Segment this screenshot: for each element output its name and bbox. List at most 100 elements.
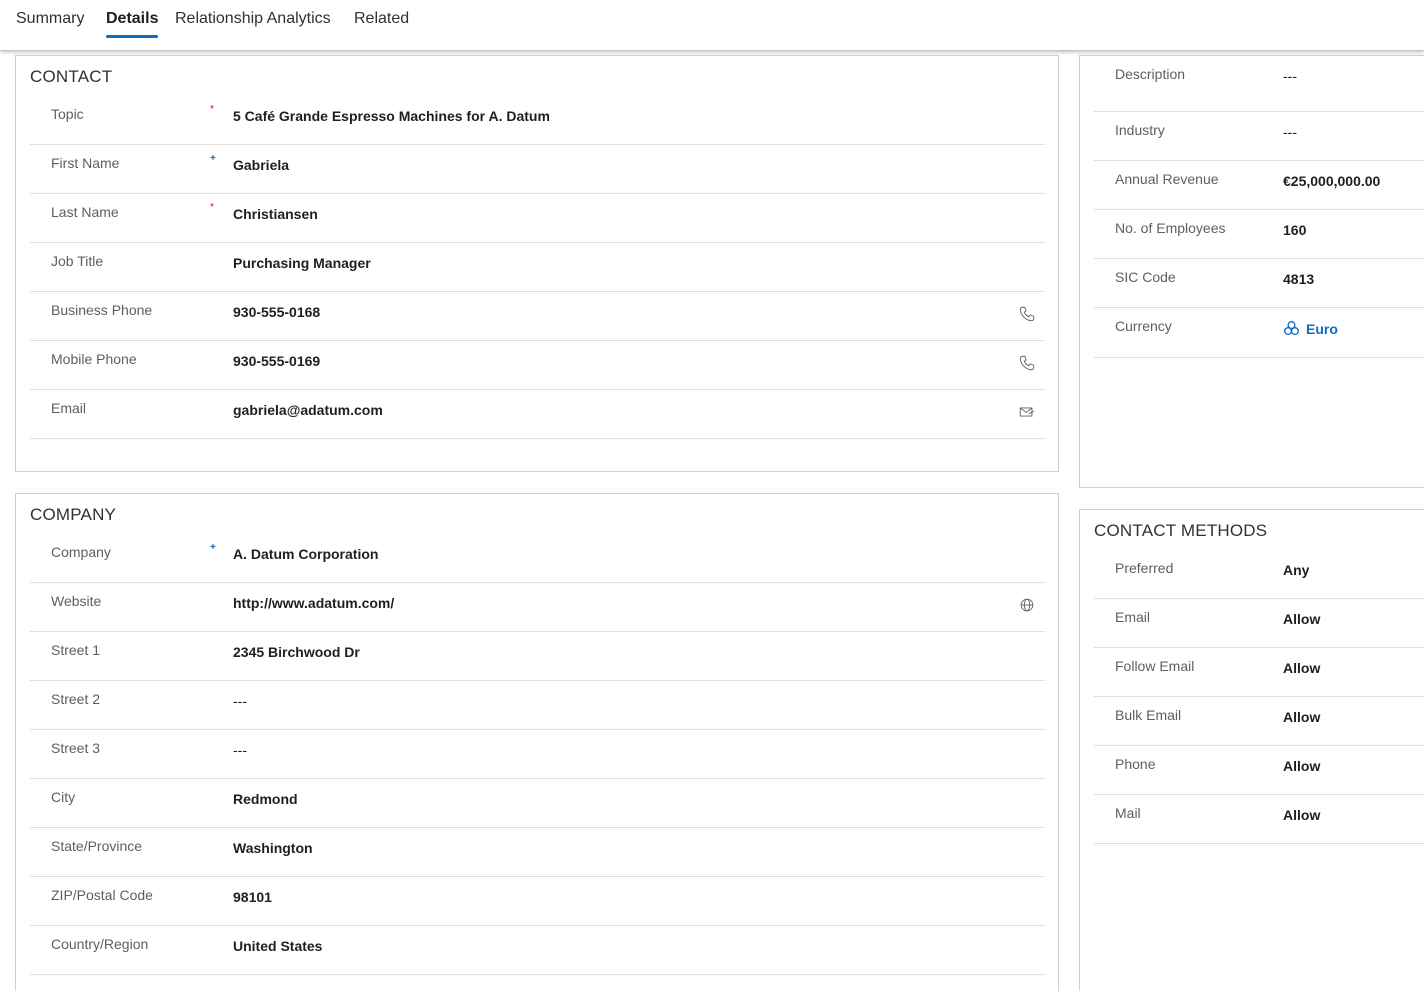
field-label: Bulk Email <box>1115 707 1182 723</box>
field-row-website[interactable]: Website http://www.adatum.com/ <box>30 583 1045 632</box>
phone-icon[interactable] <box>1018 305 1036 323</box>
tab-relationship-analytics[interactable]: Relationship Analytics <box>175 10 331 28</box>
street2-value[interactable]: --- <box>233 693 247 709</box>
bulk-email-value[interactable]: Allow <box>1283 709 1320 725</box>
field-row-zip[interactable]: ZIP/Postal Code 98101 <box>30 877 1045 926</box>
tab-details[interactable]: Details <box>106 10 159 38</box>
field-row-first-name[interactable]: First Name + Gabriela <box>30 145 1045 194</box>
cm-phone-value[interactable]: Allow <box>1283 758 1320 774</box>
field-row-bulk-email[interactable]: Bulk Email Allow <box>1094 697 1424 746</box>
field-row-state[interactable]: State/Province Washington <box>30 828 1045 877</box>
field-label: Description <box>1115 66 1186 82</box>
tab-bar: Summary Details Relationship Analytics R… <box>0 0 1424 51</box>
field-label: Last Name <box>51 204 119 220</box>
field-row-preferred[interactable]: Preferred Any <box>1094 550 1424 599</box>
field-row-cm-email[interactable]: Email Allow <box>1094 599 1424 648</box>
field-label: Mobile Phone <box>51 351 137 367</box>
phone-icon[interactable] <box>1018 354 1036 372</box>
field-label: Preferred <box>1115 560 1174 576</box>
field-row-street2[interactable]: Street 2 --- <box>30 681 1045 730</box>
preferred-value[interactable]: Any <box>1283 562 1309 578</box>
company-section-title: COMPANY <box>30 505 117 524</box>
required-indicator: * <box>210 202 214 213</box>
field-row-topic[interactable]: Topic * 5 Café Grande Espresso Machines … <box>30 96 1045 145</box>
field-row-company[interactable]: Company + A. Datum Corporation <box>30 534 1045 583</box>
currency-link[interactable]: Euro <box>1283 320 1338 337</box>
field-label: Industry <box>1115 122 1165 138</box>
field-label: Street 1 <box>51 642 101 658</box>
contact-section: CONTACT Topic * 5 Café Grande Espresso M… <box>15 55 1059 472</box>
field-row-email[interactable]: Email gabriela@adatum.com <box>30 390 1045 439</box>
field-row-follow-email[interactable]: Follow Email Allow <box>1094 648 1424 697</box>
tab-summary[interactable]: Summary <box>16 10 84 28</box>
field-label: Job Title <box>51 253 104 269</box>
field-row-job-title[interactable]: Job Title Purchasing Manager <box>30 243 1045 292</box>
field-row-mail[interactable]: Mail Allow <box>1094 795 1424 844</box>
country-value[interactable]: United States <box>233 938 322 954</box>
employees-value[interactable]: 160 <box>1283 222 1306 238</box>
contact-methods-section-title: CONTACT METHODS <box>1094 521 1268 540</box>
field-label: Email <box>1115 609 1151 625</box>
contact-section-title: CONTACT <box>30 67 113 86</box>
state-value[interactable]: Washington <box>233 840 313 856</box>
company-details-section: Description --- Industry --- Annual Reve… <box>1079 55 1424 488</box>
cm-email-value[interactable]: Allow <box>1283 611 1320 627</box>
field-row-cm-phone[interactable]: Phone Allow <box>1094 746 1424 795</box>
city-value[interactable]: Redmond <box>233 791 298 807</box>
street1-value[interactable]: 2345 Birchwood Dr <box>233 644 360 660</box>
field-label: State/Province <box>51 838 143 854</box>
field-row-country[interactable]: Country/Region United States <box>30 926 1045 975</box>
mobile-phone-value[interactable]: 930-555-0169 <box>233 353 320 369</box>
field-label: Country/Region <box>51 936 149 952</box>
annual-revenue-value[interactable]: €25,000,000.00 <box>1283 173 1380 189</box>
industry-value[interactable]: --- <box>1283 124 1297 140</box>
field-row-business-phone[interactable]: Business Phone 930-555-0168 <box>30 292 1045 341</box>
sic-code-value[interactable]: 4813 <box>1283 271 1314 287</box>
zip-value[interactable]: 98101 <box>233 889 272 905</box>
field-row-sic-code[interactable]: SIC Code 4813 <box>1094 259 1424 308</box>
job-title-value[interactable]: Purchasing Manager <box>233 255 371 271</box>
globe-icon[interactable] <box>1018 596 1036 614</box>
field-label: Street 3 <box>51 740 101 756</box>
field-row-city[interactable]: City Redmond <box>30 779 1045 828</box>
field-label: Phone <box>1115 756 1156 772</box>
company-value[interactable]: A. Datum Corporation <box>233 546 378 562</box>
contact-methods-section: CONTACT METHODS Preferred Any Email Allo… <box>1079 509 1424 991</box>
currency-entity-icon <box>1284 321 1299 336</box>
follow-email-value[interactable]: Allow <box>1283 660 1320 676</box>
recommended-indicator: + <box>210 542 216 553</box>
field-label: ZIP/Postal Code <box>51 887 153 903</box>
field-row-mobile-phone[interactable]: Mobile Phone 930-555-0169 <box>30 341 1045 390</box>
first-name-value[interactable]: Gabriela <box>233 157 289 173</box>
field-label: Company <box>51 544 111 560</box>
field-row-employees[interactable]: No. of Employees 160 <box>1094 210 1424 259</box>
send-email-icon[interactable] <box>1018 403 1036 421</box>
field-row-annual-revenue[interactable]: Annual Revenue €25,000,000.00 <box>1094 161 1424 210</box>
field-label: Website <box>51 593 102 609</box>
email-value[interactable]: gabriela@adatum.com <box>233 402 383 418</box>
mail-value[interactable]: Allow <box>1283 807 1320 823</box>
field-label: City <box>51 789 76 805</box>
street3-value[interactable]: --- <box>233 742 247 758</box>
field-label: No. of Employees <box>1115 220 1226 236</box>
tab-details-label: Details <box>106 10 159 27</box>
field-row-currency[interactable]: Currency Euro <box>1094 308 1424 358</box>
field-row-last-name[interactable]: Last Name * Christiansen <box>30 194 1045 243</box>
topic-value[interactable]: 5 Café Grande Espresso Machines for A. D… <box>233 108 550 124</box>
field-label: Annual Revenue <box>1115 171 1219 187</box>
field-label: Mail <box>1115 805 1141 821</box>
last-name-value[interactable]: Christiansen <box>233 206 318 222</box>
field-label: Email <box>51 400 87 416</box>
description-value[interactable]: --- <box>1283 68 1297 84</box>
recommended-indicator: + <box>210 153 216 164</box>
field-row-street3[interactable]: Street 3 --- <box>30 730 1045 779</box>
field-row-street1[interactable]: Street 1 2345 Birchwood Dr <box>30 632 1045 681</box>
business-phone-value[interactable]: 930-555-0168 <box>233 304 320 320</box>
field-row-industry[interactable]: Industry --- <box>1094 112 1424 161</box>
field-label: Topic <box>51 106 84 122</box>
field-row-description[interactable]: Description --- <box>1094 56 1424 112</box>
field-label: First Name <box>51 155 120 171</box>
currency-value: Euro <box>1306 320 1338 337</box>
tab-related[interactable]: Related <box>354 10 409 28</box>
website-value[interactable]: http://www.adatum.com/ <box>233 595 394 611</box>
